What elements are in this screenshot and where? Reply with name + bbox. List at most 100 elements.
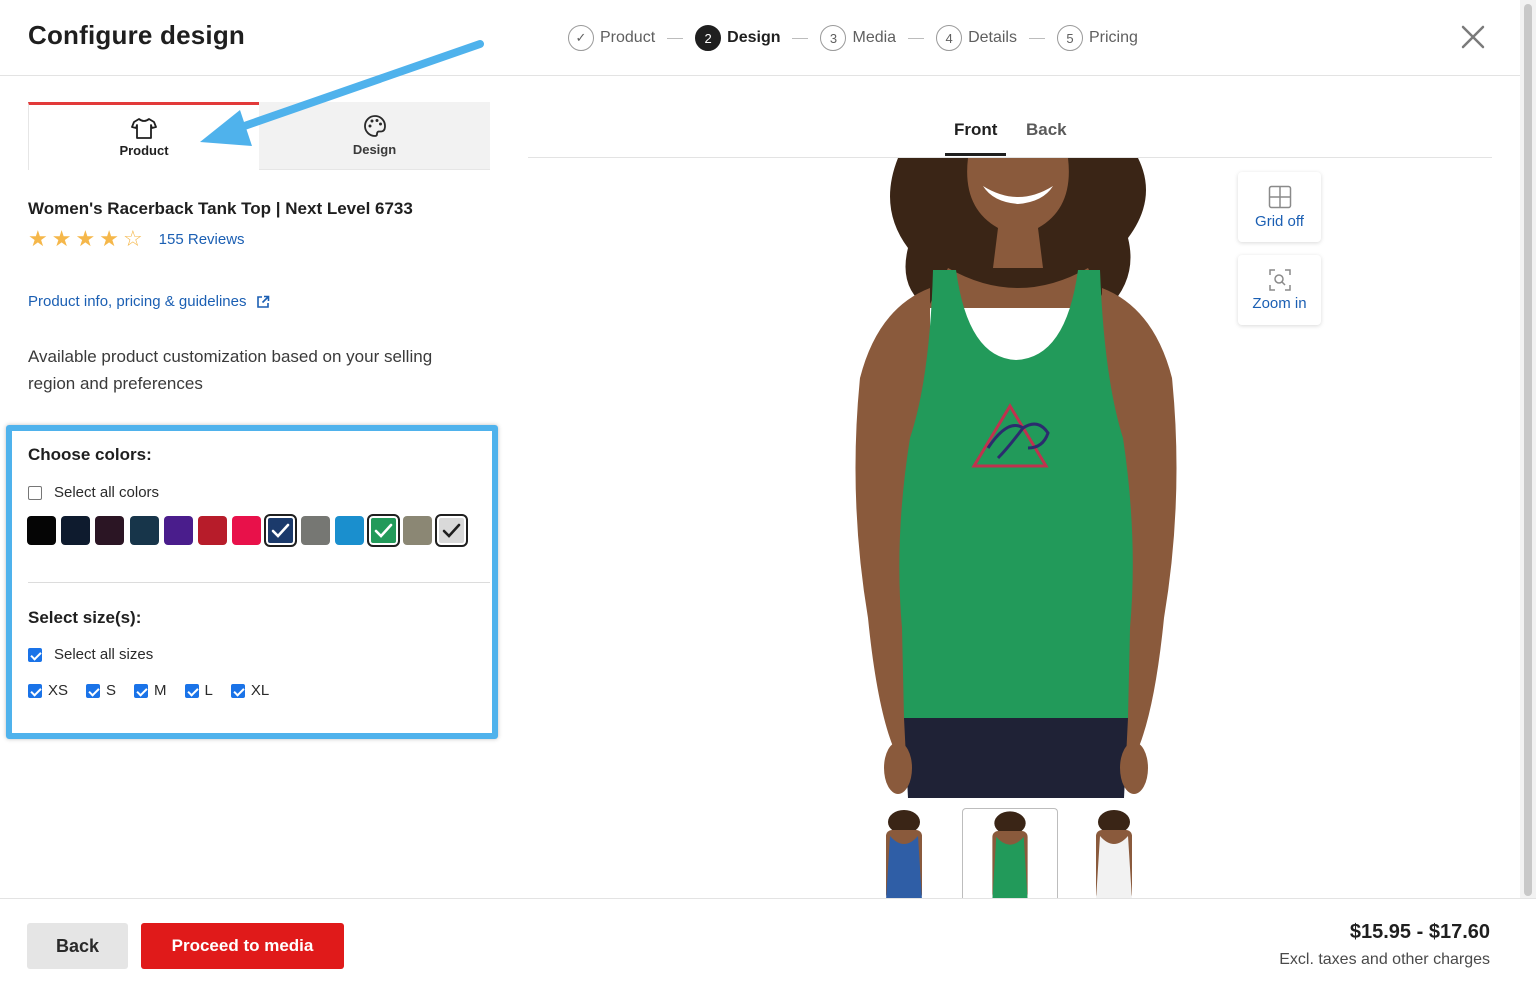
colors-heading: Choose colors: bbox=[28, 445, 152, 464]
size-label: M bbox=[154, 682, 167, 699]
thumb-shirt bbox=[886, 836, 922, 900]
view-tabs: Front Back bbox=[528, 108, 1492, 158]
thumbnail-blue[interactable] bbox=[858, 808, 954, 900]
footer: Back Proceed to media $15.95 - $17.60 Ex… bbox=[0, 898, 1536, 990]
step-number: 5 bbox=[1056, 25, 1083, 51]
external-link-icon bbox=[257, 295, 270, 308]
grid-icon bbox=[1268, 185, 1291, 208]
sizes-heading: Select size(s): bbox=[28, 608, 142, 627]
select-all-colors-checkbox[interactable] bbox=[28, 485, 42, 500]
star-icon: ★ bbox=[99, 226, 119, 251]
step-label: Product bbox=[600, 29, 656, 46]
active-tab-indicator bbox=[945, 153, 1006, 156]
color-swatch[interactable] bbox=[334, 516, 364, 545]
size-m[interactable]: M bbox=[134, 682, 167, 699]
thumbnail-green[interactable] bbox=[962, 808, 1058, 900]
step-number: 4 bbox=[936, 25, 963, 51]
color-swatch[interactable] bbox=[403, 516, 433, 545]
color-swatch[interactable] bbox=[264, 514, 298, 547]
thumb-shirt bbox=[1096, 836, 1132, 900]
size-xl[interactable]: XL bbox=[230, 682, 270, 699]
rating: ★ ★ ★ ★ ☆ 155 Reviews bbox=[28, 228, 245, 250]
grid-toggle-button[interactable]: Grid off bbox=[1238, 172, 1321, 242]
close-icon[interactable] bbox=[1458, 22, 1488, 52]
size-label: S bbox=[106, 682, 117, 699]
star-outline-icon: ☆ bbox=[122, 226, 143, 251]
select-all-colors-label: Select all colors bbox=[54, 484, 160, 501]
product-description: Available product customization based on… bbox=[28, 347, 433, 393]
zoom-in-label: Zoom in bbox=[1252, 294, 1307, 312]
size-checkbox[interactable] bbox=[134, 683, 149, 698]
zoom-icon bbox=[1268, 268, 1291, 291]
star-icon: ★ bbox=[28, 226, 48, 251]
step-label: Design bbox=[727, 29, 781, 46]
step-number: 3 bbox=[820, 25, 847, 51]
star-icon: ★ bbox=[51, 226, 72, 251]
color-swatch[interactable] bbox=[163, 516, 193, 545]
product-info-link[interactable]: Product info, pricing & guidelines bbox=[28, 293, 270, 310]
color-swatch[interactable] bbox=[366, 514, 400, 547]
size-l[interactable]: L bbox=[184, 682, 213, 699]
grid-toggle-label: Grid off bbox=[1255, 212, 1304, 230]
thumb-shirt bbox=[992, 836, 1028, 900]
select-all-sizes[interactable]: Select all sizes bbox=[28, 646, 153, 663]
tank-top bbox=[899, 270, 1133, 718]
color-swatch[interactable] bbox=[435, 514, 469, 547]
step-details[interactable]: 4 Details bbox=[936, 25, 1017, 51]
checkmark-icon bbox=[442, 523, 461, 538]
size-s[interactable]: S bbox=[86, 682, 116, 699]
scrollbar-thumb[interactable] bbox=[1524, 4, 1532, 896]
star-icon: ★ bbox=[75, 226, 96, 251]
tab-label: Product bbox=[119, 143, 169, 158]
tshirt-icon bbox=[131, 118, 157, 139]
proceed-button[interactable]: Proceed to media bbox=[141, 923, 344, 969]
preview-thumbnails bbox=[858, 808, 1158, 900]
reviews-link[interactable]: 155 Reviews bbox=[159, 231, 245, 248]
price-range: $15.95 - $17.60 bbox=[1349, 921, 1490, 943]
step-separator bbox=[1028, 37, 1045, 39]
step-separator bbox=[908, 37, 925, 39]
step-design[interactable]: 2 Design bbox=[695, 25, 780, 51]
color-swatch[interactable] bbox=[300, 516, 330, 545]
step-label: Media bbox=[852, 29, 897, 46]
select-all-colors[interactable]: Select all colors bbox=[28, 484, 159, 501]
thumbnail-white[interactable] bbox=[1066, 808, 1162, 900]
product-name: Women's Racerback Tank Top | Next Level … bbox=[28, 199, 413, 218]
step-media[interactable]: 3 Media bbox=[820, 25, 896, 51]
size-checkbox[interactable] bbox=[230, 683, 245, 698]
select-all-sizes-label: Select all sizes bbox=[54, 646, 154, 663]
color-swatch[interactable] bbox=[129, 516, 159, 545]
tab-front[interactable]: Front bbox=[954, 120, 997, 140]
color-swatch[interactable] bbox=[27, 516, 56, 545]
select-all-sizes-checkbox[interactable] bbox=[28, 647, 42, 662]
price-note: Excl. taxes and other charges bbox=[1279, 951, 1490, 968]
color-swatches bbox=[27, 514, 471, 547]
step-pricing[interactable]: 5 Pricing bbox=[1056, 25, 1138, 51]
color-swatch[interactable] bbox=[61, 516, 91, 545]
size-checkbox[interactable] bbox=[86, 683, 101, 698]
step-label: Details bbox=[968, 29, 1017, 46]
size-label: XS bbox=[48, 682, 69, 699]
product-info-label: Product info, pricing & guidelines bbox=[28, 293, 247, 310]
color-swatch[interactable] bbox=[232, 516, 262, 545]
size-checkbox[interactable] bbox=[184, 683, 199, 698]
scrollbar[interactable] bbox=[1520, 0, 1536, 900]
step-separator bbox=[667, 37, 684, 39]
color-swatch[interactable] bbox=[197, 516, 227, 545]
tab-back[interactable]: Back bbox=[1026, 120, 1067, 140]
divider bbox=[28, 582, 490, 583]
color-swatch[interactable] bbox=[95, 516, 125, 545]
zoom-in-button[interactable]: Zoom in bbox=[1238, 255, 1321, 325]
annotation-arrow bbox=[200, 40, 484, 146]
size-xs[interactable]: XS bbox=[28, 682, 68, 699]
step-product[interactable]: ✓ Product bbox=[568, 25, 655, 51]
back-button[interactable]: Back bbox=[27, 923, 128, 969]
size-options: XS S M L XL bbox=[28, 682, 287, 699]
check-icon: ✓ bbox=[568, 25, 594, 51]
size-label: L bbox=[204, 682, 213, 699]
step-label: Pricing bbox=[1088, 29, 1138, 46]
checkmark-icon bbox=[374, 523, 393, 538]
checkmark-icon bbox=[272, 523, 290, 538]
size-checkbox[interactable] bbox=[28, 683, 42, 698]
size-label: XL bbox=[250, 682, 270, 699]
